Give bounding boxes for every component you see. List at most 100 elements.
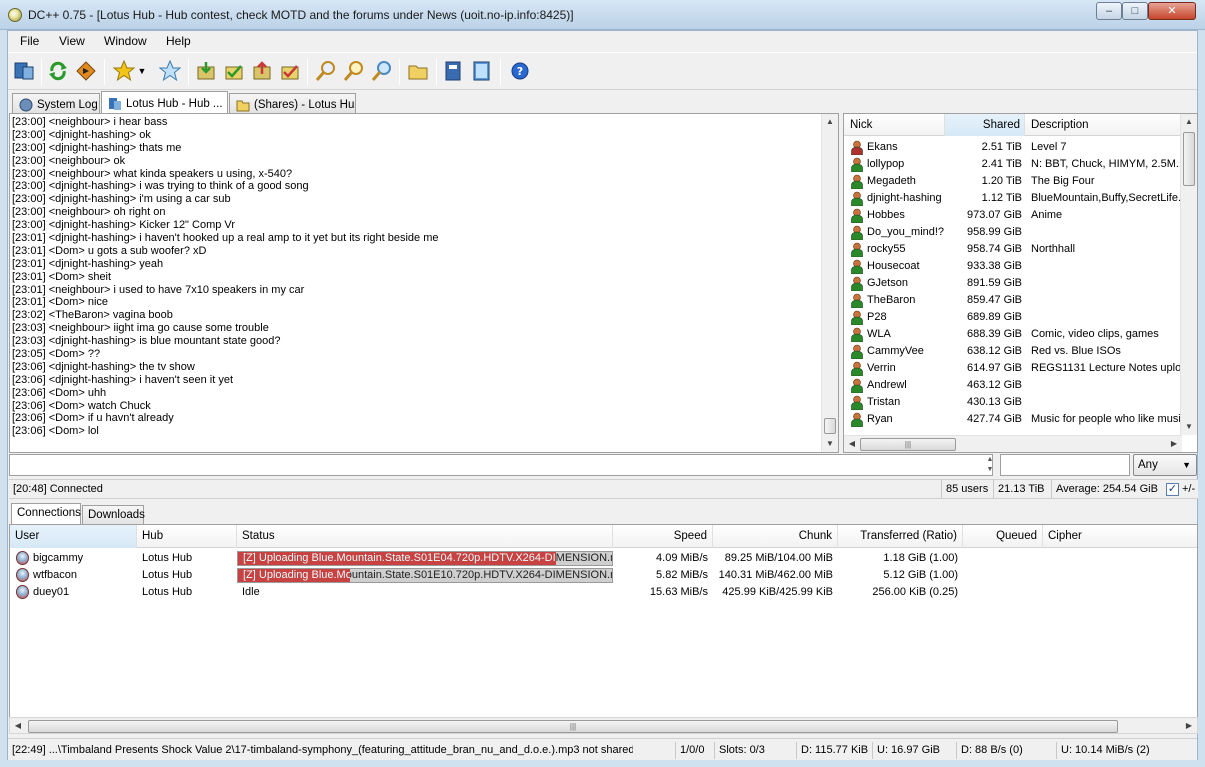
toolbar-separator — [104, 59, 105, 85]
tab-system-log[interactable]: System Log — [12, 93, 100, 113]
chat-scrollbar[interactable]: ▲ ▼ — [821, 114, 838, 452]
chat-window[interactable]: [23:00] <neighbour> i hear bass [23:00] <… — [9, 113, 839, 453]
user-row[interactable]: CammyVee 638.12 GiB Red vs. Blue ISOs — [844, 343, 1184, 360]
user-row[interactable]: rocky55 958.74 GiB Northhall — [844, 241, 1184, 258]
scroll-thumb[interactable] — [1183, 132, 1195, 186]
finished-uploads-icon[interactable] — [278, 59, 302, 83]
user-row[interactable]: P28 689.89 GiB — [844, 309, 1184, 326]
tab-downloads[interactable]: Downloads — [82, 505, 145, 525]
column-status[interactable]: Status — [237, 525, 613, 548]
user-row[interactable]: Megadeth 1.20 TiB The Big Four — [844, 173, 1184, 190]
chat-lines: [23:00] <neighbour> i hear bass [23:00] <… — [12, 116, 812, 438]
menu-file[interactable]: File — [20, 34, 39, 48]
user-list[interactable]: Nick Shared Description Ekans 2.51 TiB Lev… — [843, 113, 1198, 453]
transfer-row[interactable]: bigcammy Lotus Hub [Z] Uploading Blue.Moun… — [10, 550, 1197, 567]
open-file-list-icon[interactable] — [406, 59, 430, 83]
notepad-icon[interactable] — [470, 59, 494, 83]
maximize-button[interactable]: □ — [1122, 2, 1148, 20]
user-description: Comic, video clips, games — [1031, 328, 1159, 340]
column-nick[interactable]: Nick — [844, 114, 945, 136]
upload-queue-icon[interactable] — [250, 59, 274, 83]
favorite-users-icon[interactable] — [158, 59, 182, 83]
userlist-toggle-checkbox[interactable]: ✓ — [1166, 483, 1179, 496]
scroll-up-icon[interactable]: ▲ — [1181, 114, 1197, 130]
user-shared: 614.97 GiB — [966, 362, 1022, 374]
transfers-hscroll[interactable]: ◀ ||| ▶ — [9, 717, 1198, 734]
download-queue-icon[interactable] — [194, 59, 218, 83]
connect-icon[interactable] — [12, 59, 36, 83]
column-hub[interactable]: Hub — [137, 525, 237, 548]
tab-shares[interactable]: (Shares) - Lotus Hub — [229, 93, 356, 113]
scroll-thumb[interactable] — [824, 418, 836, 434]
follow-redirect-icon[interactable] — [74, 59, 98, 83]
scroll-down-icon[interactable]: ▼ — [1181, 419, 1197, 435]
column-cipher[interactable]: Cipher — [1043, 525, 1197, 548]
scroll-up-icon[interactable]: ▲ — [822, 114, 838, 130]
transfer-transferred: 1.18 GiB (1.00) — [883, 552, 958, 564]
filter-input[interactable] — [1000, 454, 1130, 476]
user-row[interactable]: WLA 688.39 GiB Comic, video clips, games — [844, 326, 1184, 343]
user-row[interactable]: Ekans 2.51 TiB Level 7 — [844, 139, 1184, 156]
column-shared[interactable]: Shared — [945, 114, 1025, 136]
user-icon — [850, 412, 864, 428]
user-row[interactable]: Andrewl 463.12 GiB — [844, 377, 1184, 394]
user-row[interactable]: lollypop 2.41 TiB N: BBT, Chuck, HIMYM, 2.… — [844, 156, 1184, 173]
user-icon — [850, 327, 864, 343]
filter-type-select[interactable]: Any ▼ — [1133, 454, 1197, 476]
chat-message: [23:00] <djnight-hashing> thats me — [12, 141, 182, 154]
transfer-row[interactable]: wtfbacon Lotus Hub [Z] Uploading Blue.Moun… — [10, 567, 1197, 584]
chat-message: [23:06] <Dom> if u havn't already — [12, 412, 174, 425]
scroll-thumb[interactable]: ||| — [28, 720, 1118, 733]
tab-lotus-hub[interactable]: Lotus Hub - Hub ... — [101, 91, 228, 113]
reconnect-icon[interactable] — [46, 59, 70, 83]
adl-search-icon[interactable] — [370, 59, 394, 83]
transfer-speed: 15.63 MiB/s — [649, 586, 708, 598]
menu-help[interactable]: Help — [166, 34, 191, 48]
menu-window[interactable]: Window — [104, 34, 147, 48]
settings-icon[interactable] — [442, 59, 466, 83]
chat-message: [23:00] <djnight-hashing> ok — [12, 128, 151, 141]
column-transferred[interactable]: Transferred (Ratio) — [838, 525, 963, 548]
transfers-list[interactable]: User Hub Status Speed Chunk Transferred … — [9, 524, 1198, 734]
favorite-hubs-icon[interactable] — [112, 59, 136, 83]
toolbar-separator — [41, 59, 42, 85]
user-row[interactable]: Tristan 430.13 GiB — [844, 394, 1184, 411]
message-input[interactable] — [9, 454, 993, 476]
menu-view[interactable]: View — [59, 34, 85, 48]
transfer-progress-bar: [Z] Uploading Blue.Mountain.State.S01E04… — [237, 551, 613, 566]
user-row[interactable]: djnight-hashing 1.12 TiB BlueMountain,Buff… — [844, 190, 1184, 207]
scroll-left-icon[interactable]: ◀ — [844, 436, 860, 452]
scroll-right-icon[interactable]: ▶ — [1166, 436, 1182, 452]
user-row[interactable]: Verrin 614.97 GiB REGS1131 Lecture Notes u… — [844, 360, 1184, 377]
toolbar-separator — [436, 59, 437, 85]
chat-message: [23:00] <neighbour> what kinda speakers … — [12, 167, 293, 180]
column-speed[interactable]: Speed — [613, 525, 713, 548]
transfer-row[interactable]: duey01 Lotus Hub Idle 15.63 MiB/s 425.99 KiB… — [10, 584, 1197, 601]
minimize-button[interactable]: – — [1096, 2, 1122, 20]
user-row[interactable]: Ryan 427.74 GiB Music for people who like … — [844, 411, 1184, 428]
input-spinner-icon[interactable]: ▲ ▼ — [983, 455, 997, 475]
finished-downloads-icon[interactable] — [222, 59, 246, 83]
close-button[interactable]: ✕ — [1148, 2, 1196, 20]
user-row[interactable]: Housecoat 933.38 GiB — [844, 258, 1184, 275]
user-row[interactable]: TheBaron 859.47 GiB — [844, 292, 1184, 309]
dropdown-arrow-icon[interactable]: ▼ — [136, 59, 148, 83]
tab-connections[interactable]: Connections — [11, 503, 81, 525]
column-user[interactable]: User — [10, 525, 137, 548]
column-description[interactable]: Description — [1025, 114, 1185, 136]
column-chunk[interactable]: Chunk — [713, 525, 838, 548]
column-queued[interactable]: Queued — [963, 525, 1043, 548]
search-spy-icon[interactable] — [342, 59, 366, 83]
user-row[interactable]: GJetson 891.59 GiB — [844, 275, 1184, 292]
help-icon[interactable]: ? — [508, 59, 532, 83]
user-list-hscroll[interactable]: ◀ ||| ▶ — [844, 435, 1182, 452]
search-icon[interactable] — [314, 59, 338, 83]
scroll-left-icon[interactable]: ◀ — [10, 718, 26, 734]
scroll-right-icon[interactable]: ▶ — [1181, 718, 1197, 734]
user-row[interactable]: Do_you_mind!? 958.99 GiB — [844, 224, 1184, 241]
scroll-down-icon[interactable]: ▼ — [822, 436, 838, 452]
user-row[interactable]: Hobbes 973.07 GiB Anime — [844, 207, 1184, 224]
scroll-thumb[interactable]: ||| — [860, 438, 956, 451]
user-list-vscroll[interactable]: ▲ ▼ — [1180, 114, 1197, 435]
user-shared: 973.07 GiB — [966, 209, 1022, 221]
